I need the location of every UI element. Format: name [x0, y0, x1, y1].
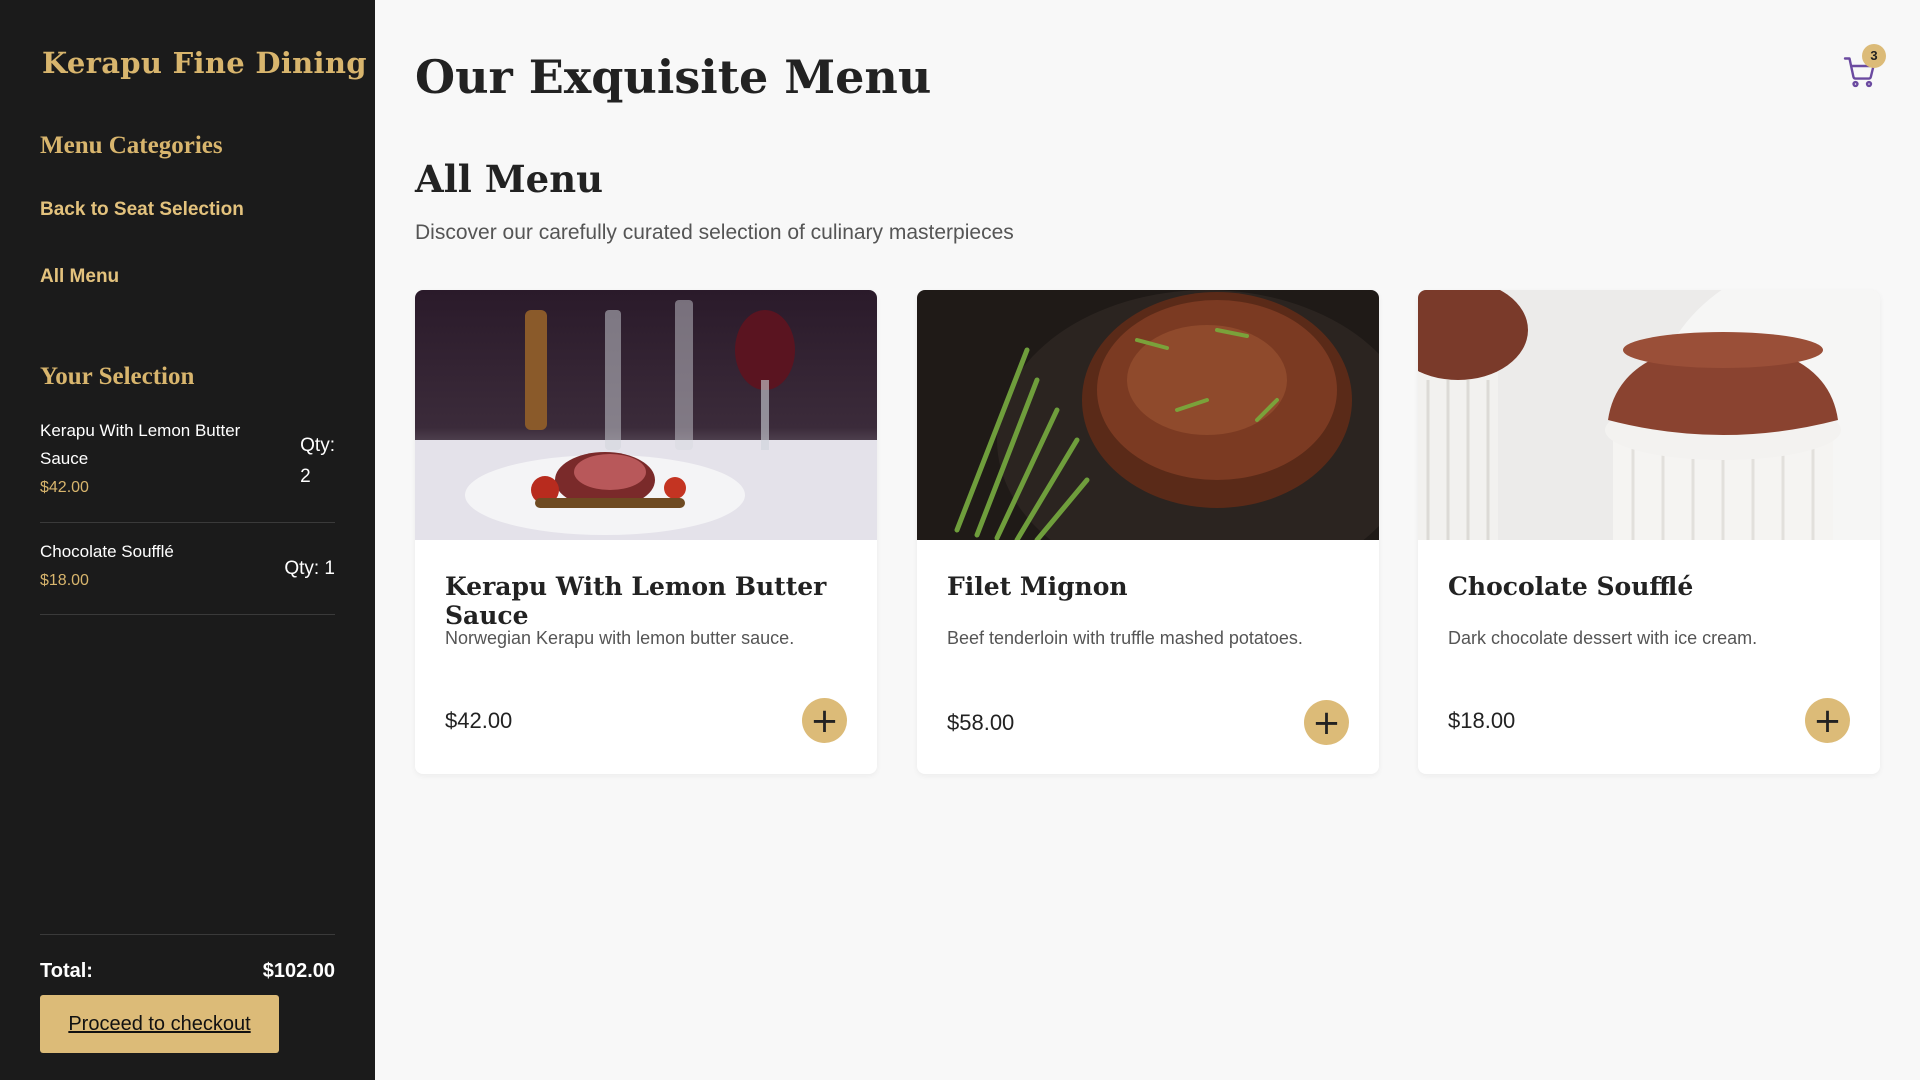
dish-image — [917, 290, 1379, 540]
dish-description: Dark chocolate dessert with ice cream. — [1448, 628, 1758, 648]
menu-card: Filet Mignon Beef tenderloin with truffl… — [917, 290, 1379, 774]
dish-price: $58.00 — [947, 710, 1015, 735]
your-selection-heading: Your Selection — [40, 363, 195, 390]
selection-item-price: $42.00 — [40, 479, 89, 496]
main-content: Our Exquisite Menu 3 All Menu Discover o… — [375, 0, 1920, 1080]
plus-icon: + — [1813, 700, 1842, 741]
dish-image — [415, 290, 877, 540]
selection-item-qty-value: 2 — [300, 466, 311, 487]
cart-count-badge: 3 — [1862, 44, 1886, 68]
menu-card: Kerapu With Lemon Butter Sauce Norwegian… — [415, 290, 877, 774]
selection-item-name: Kerapu With Lemon Butter Sauce — [40, 421, 241, 468]
selection-item-qty: Qty: 2 — [300, 430, 335, 492]
selection-item: Chocolate Soufflé $18.00 Qty: 1 — [40, 538, 335, 615]
total-divider — [40, 934, 335, 935]
total-row: Total: $102.00 — [40, 960, 335, 983]
cart-button[interactable]: 3 — [1842, 44, 1886, 90]
dish-name: Chocolate Soufflé — [1448, 572, 1694, 601]
menu-categories-heading: Menu Categories — [40, 132, 223, 159]
plus-icon: + — [810, 700, 839, 741]
total-value: $102.00 — [262, 960, 335, 982]
total-label: Total: — [40, 960, 93, 982]
section-title: All Menu — [415, 157, 603, 201]
plus-icon: + — [1312, 702, 1341, 743]
menu-card: Chocolate Soufflé Dark chocolate dessert… — [1418, 290, 1880, 774]
back-to-seat-selection-link[interactable]: Back to Seat Selection — [40, 199, 244, 221]
selection-item-name: Chocolate Soufflé — [40, 542, 174, 561]
section-subtitle: Discover our carefully curated selection… — [415, 221, 1014, 244]
add-to-cart-button[interactable]: + — [802, 698, 847, 743]
proceed-to-checkout-button[interactable]: Proceed to checkout — [40, 995, 279, 1053]
page-title: Our Exquisite Menu — [415, 50, 932, 104]
dish-description: Norwegian Kerapu with lemon butter sauce… — [445, 628, 795, 648]
add-to-cart-button[interactable]: + — [1304, 700, 1349, 745]
selection-item-qty-label: Qty: — [300, 435, 335, 456]
selection-item: Kerapu With Lemon Butter Sauce $42.00 Qt… — [40, 417, 335, 523]
dish-name: Kerapu With Lemon Butter Sauce — [445, 572, 827, 630]
sidebar: Kerapu Fine Dining Menu Categories Back … — [0, 0, 375, 1080]
dish-image — [1418, 290, 1880, 540]
dish-price: $18.00 — [1448, 708, 1516, 733]
dish-name: Filet Mignon — [947, 572, 1128, 601]
dish-description: Beef tenderloin with truffle mashed pota… — [947, 628, 1303, 648]
all-menu-link[interactable]: All Menu — [40, 266, 119, 288]
add-to-cart-button[interactable]: + — [1805, 698, 1850, 743]
brand-title: Kerapu Fine Dining — [42, 46, 367, 80]
selection-item-qty: Qty: 1 — [284, 558, 335, 579]
dish-price: $42.00 — [445, 708, 513, 733]
